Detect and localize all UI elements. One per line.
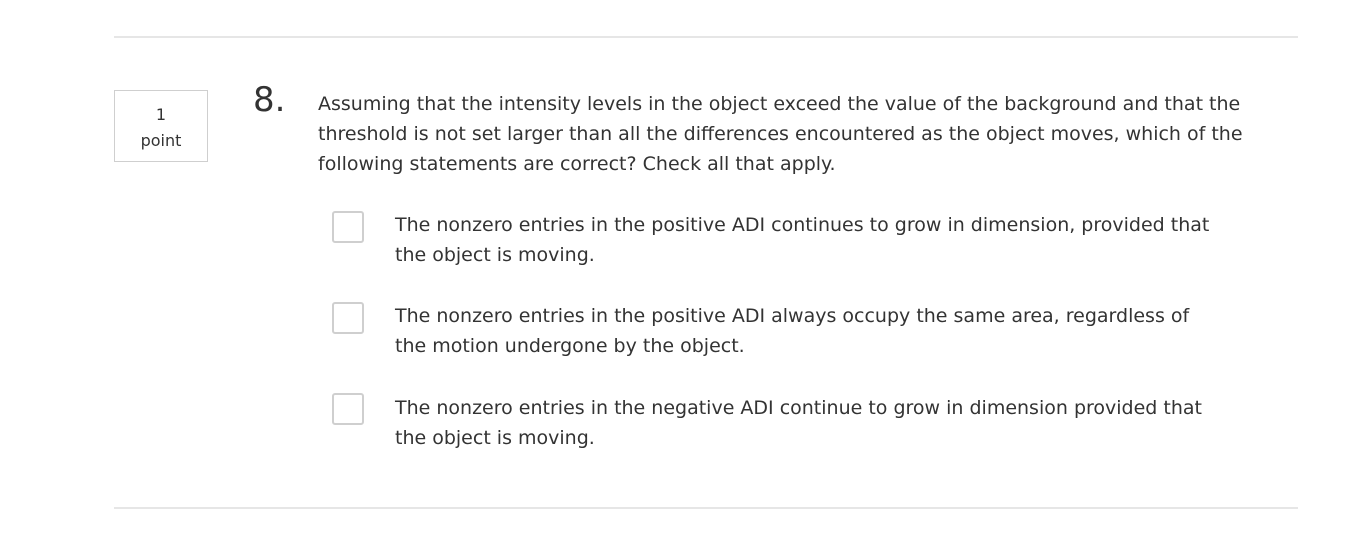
option-label[interactable]: The nonzero entries in the negative ADI … bbox=[395, 393, 1215, 453]
points-badge: 1 point bbox=[114, 90, 208, 162]
option-label[interactable]: The nonzero entries in the positive ADI … bbox=[395, 301, 1215, 361]
option-checkbox[interactable] bbox=[332, 211, 364, 243]
option-checkbox[interactable] bbox=[332, 302, 364, 334]
points-value: 1 bbox=[155, 105, 167, 124]
option-checkbox[interactable] bbox=[332, 393, 364, 425]
option-label[interactable]: The nonzero entries in the positive ADI … bbox=[395, 210, 1215, 270]
bottom-divider bbox=[114, 507, 1298, 509]
top-divider bbox=[114, 36, 1298, 38]
points-unit: point bbox=[140, 131, 182, 150]
question-number: 8. bbox=[253, 80, 286, 120]
question-prompt: Assuming that the intensity levels in th… bbox=[318, 93, 1243, 175]
